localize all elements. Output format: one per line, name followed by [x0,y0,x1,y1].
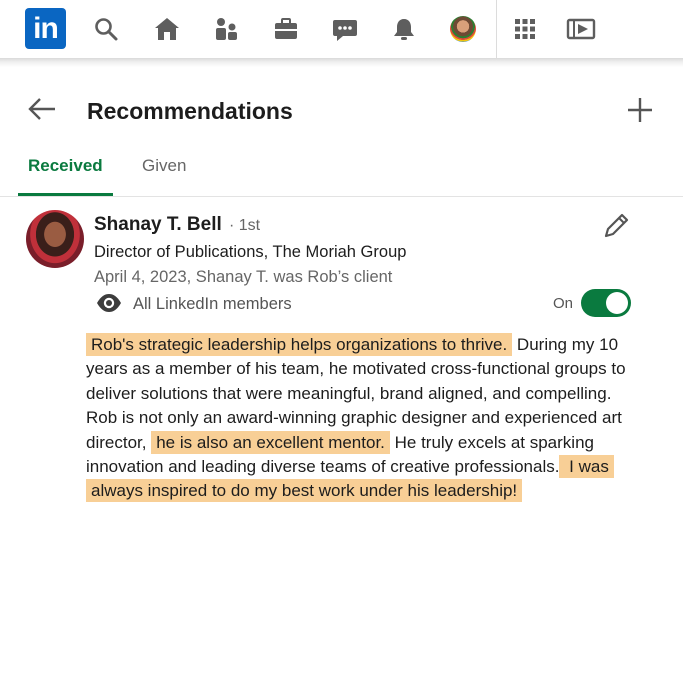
tab-received[interactable]: Received [28,156,103,176]
messaging-icon[interactable] [327,11,363,47]
page-title: Recommendations [87,98,293,124]
tab-given[interactable]: Given [142,156,186,176]
recommendation-text: Rob's strategic leadership helps organiz… [86,333,646,504]
highlighted-text: Rob's strategic leadership helps organiz… [86,333,513,356]
my-network-icon[interactable] [208,11,244,47]
notifications-bell-icon[interactable] [386,11,422,47]
toggle-state-label: On [553,295,574,312]
recommender-title: Director of Publications, The Moriah Gro… [94,243,407,261]
connection-degree: · 1st [229,217,261,234]
tabs-divider [0,196,683,197]
profile-avatar[interactable] [445,11,481,47]
apps-grid-icon[interactable] [507,11,543,47]
jobs-briefcase-icon[interactable] [268,11,304,47]
highlighted-text: he is also an excellent mentor. [151,430,390,454]
recommendation-date: April 4, 2023, Shanay T. was Rob’s clien… [94,268,393,286]
edit-pencil-icon[interactable] [602,212,630,240]
home-icon[interactable] [149,11,185,47]
recommender-avatar[interactable] [26,210,84,268]
top-nav-bar: in [0,0,683,58]
eye-icon [95,292,123,314]
nav-shadow [0,58,683,67]
show-recommendation-toggle[interactable] [581,289,631,317]
back-arrow-icon[interactable] [26,96,58,122]
visibility-label[interactable]: All LinkedIn members [133,295,292,314]
add-icon[interactable] [626,96,654,124]
recommender-name[interactable]: Shanay T. Bell [94,214,222,236]
linkedin-logo[interactable]: in [25,8,66,49]
avatar [450,16,476,42]
search-icon[interactable] [88,11,124,47]
learning-video-icon[interactable] [563,11,599,47]
toggle-knob [606,292,628,314]
nav-divider [496,0,497,58]
